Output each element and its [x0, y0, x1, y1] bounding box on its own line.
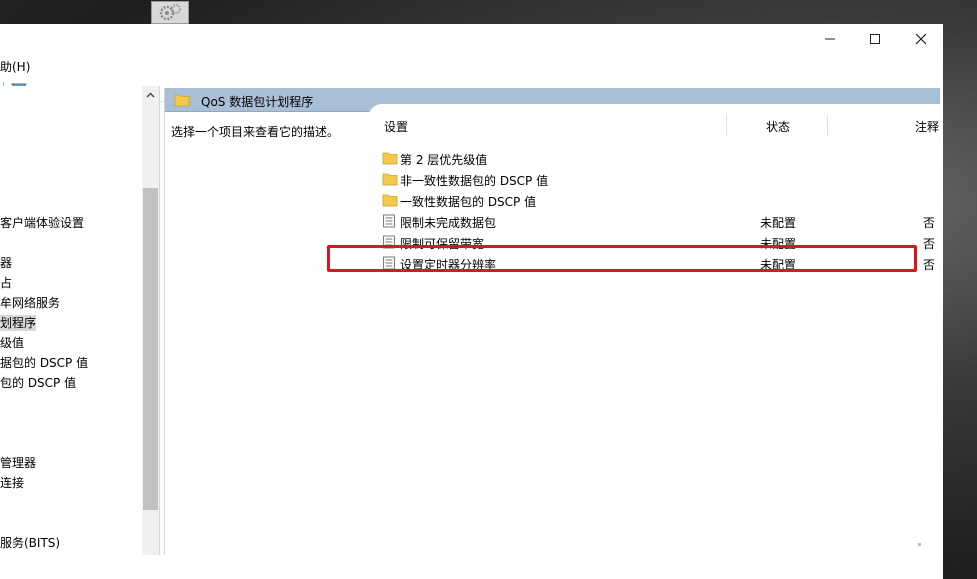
gears-icon — [159, 4, 181, 21]
tree-item[interactable]: 包的 DSCP 值 — [0, 375, 76, 391]
tree-item[interactable]: 级值 — [0, 335, 24, 351]
setting-name: 一致性数据包的 DSCP 值 — [400, 195, 537, 209]
pane-title: QoS 数据包计划程序 — [201, 95, 314, 109]
navigation-tree: 客户端体验设置 器 占 牟网络服务 划程序 级值 据包的 DSCP 值 包的 D… — [0, 86, 160, 555]
setting-state: 未配置 — [760, 258, 797, 272]
policy-setting-icon — [383, 235, 395, 249]
column-header-note[interactable]: 注释 — [915, 118, 939, 135]
menu-help[interactable]: 助(H) — [0, 58, 30, 75]
folder-icon — [382, 152, 398, 165]
tree-item-selected[interactable]: 划程序 — [0, 315, 37, 331]
tree-item[interactable]: 器 — [0, 255, 12, 271]
tree-item[interactable]: 管理器 — [0, 455, 36, 471]
list-item[interactable]: 第 2 层优先级值 — [378, 148, 942, 169]
setting-state: 未配置 — [760, 237, 797, 251]
tree-item[interactable]: 据包的 DSCP 值 — [0, 355, 88, 371]
list-item[interactable]: 设置定时器分辨率 未配置 否 — [378, 253, 942, 274]
setting-name: 限制未完成数据包 — [400, 216, 497, 230]
scroll-up-button[interactable] — [142, 86, 159, 103]
minimize-button[interactable] — [807, 24, 853, 54]
maximize-icon — [870, 34, 880, 44]
minimize-icon — [825, 38, 835, 40]
list-item[interactable]: 限制未完成数据包 未配置 否 — [378, 211, 942, 232]
list-item[interactable]: 非一致性数据包的 DSCP 值 — [378, 169, 942, 190]
resize-grip[interactable] — [918, 543, 921, 546]
folder-icon — [174, 94, 190, 107]
description-text: 选择一个项目来查看它的描述。 — [171, 125, 340, 139]
tree-scrollbar[interactable] — [142, 86, 159, 555]
settings-list: 设置 状态 注释 第 2 层优先级值 非一致性数据包的 DSCP 值 一致性数据… — [368, 104, 942, 555]
setting-note: 否 — [923, 216, 936, 230]
scrollbar-thumb[interactable] — [143, 188, 158, 510]
setting-state: 未配置 — [760, 216, 797, 230]
column-header-setting[interactable]: 设置 — [384, 118, 408, 135]
policy-setting-icon — [383, 214, 395, 228]
close-icon — [915, 33, 927, 45]
setting-name: 限制可保留带宽 — [400, 237, 485, 251]
setting-name: 第 2 层优先级值 — [400, 153, 488, 167]
setting-name: 非一致性数据包的 DSCP 值 — [400, 174, 549, 188]
menu-bar: 助(H) — [0, 54, 943, 76]
folder-icon — [382, 194, 398, 207]
details-pane: QoS 数据包计划程序 选择一个项目来查看它的描述。 设置 状态 注释 第 2 … — [164, 88, 943, 555]
policy-setting-icon — [383, 256, 395, 270]
tree-item[interactable]: 服务(BITS) — [0, 535, 60, 551]
tree-item[interactable]: 连接 — [0, 475, 24, 491]
tree-item[interactable]: 客户端体验设置 — [0, 215, 84, 231]
column-divider[interactable] — [726, 115, 727, 135]
setting-note: 否 — [923, 258, 936, 272]
setting-note: 否 — [923, 237, 936, 251]
title-bar — [0, 24, 943, 54]
close-button[interactable] — [898, 24, 944, 54]
list-item[interactable]: 一致性数据包的 DSCP 值 — [378, 190, 942, 211]
setting-name: 设置定时器分辨率 — [400, 258, 497, 272]
tree-item[interactable]: 牟网络服务 — [0, 295, 60, 311]
tree-item[interactable]: 占 — [0, 275, 12, 291]
chevron-up-icon — [146, 92, 155, 97]
column-divider[interactable] — [827, 115, 828, 135]
background-window-tab — [151, 1, 189, 24]
column-header-state[interactable]: 状态 — [766, 118, 790, 135]
maximize-button[interactable] — [852, 24, 898, 54]
list-item-highlighted[interactable]: 限制可保留带宽 未配置 否 — [378, 232, 942, 253]
folder-icon — [382, 173, 398, 186]
